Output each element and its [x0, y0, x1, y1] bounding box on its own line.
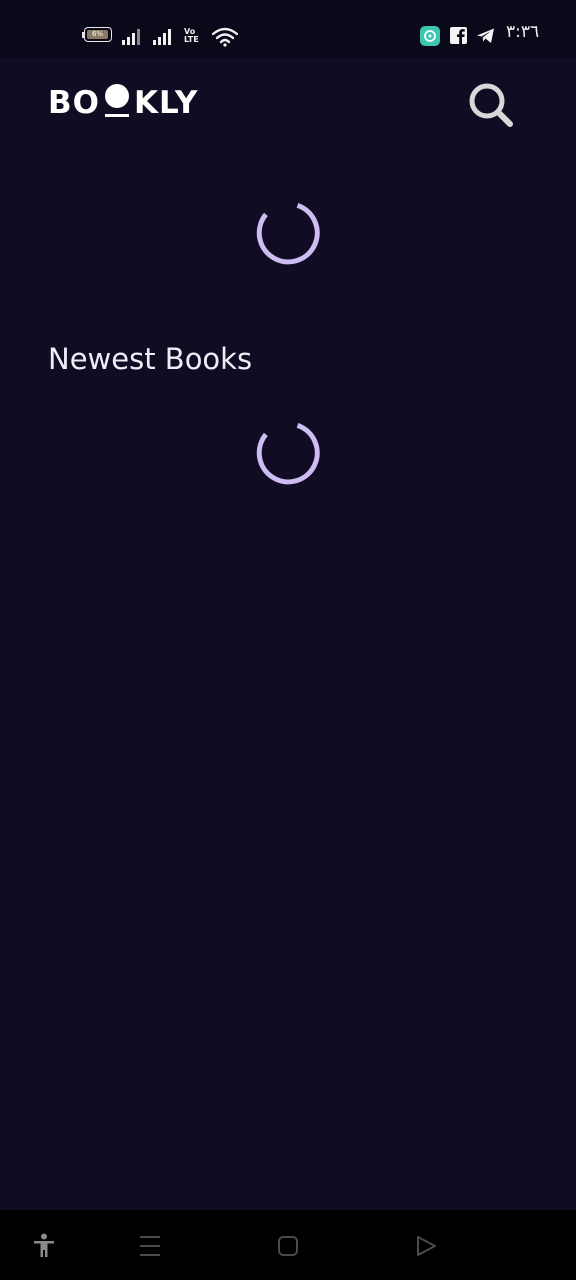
wifi-icon	[212, 27, 238, 47]
home-icon	[278, 1236, 298, 1256]
app-logo: BO KLY	[48, 84, 198, 124]
loading-spinner	[256, 203, 320, 265]
accessibility-icon	[34, 1233, 54, 1257]
logo-text-left: BO	[48, 85, 100, 121]
accessibility-button[interactable]	[30, 1232, 58, 1260]
loading-spinner	[256, 423, 320, 485]
status-time: ٣:٣٦	[506, 22, 540, 42]
signal-icon	[153, 28, 175, 45]
signal-icon	[122, 28, 144, 45]
battery-level: 6%	[91, 30, 104, 38]
facebook-icon	[450, 27, 467, 44]
logo-o-mark	[102, 84, 132, 118]
search-icon	[469, 83, 513, 127]
battery-icon: 6%	[82, 27, 114, 44]
volte-icon: Vo LTE	[184, 28, 206, 46]
back-icon	[417, 1236, 436, 1256]
home-button[interactable]	[274, 1232, 302, 1260]
search-button[interactable]	[462, 78, 518, 134]
back-button[interactable]	[412, 1232, 440, 1260]
status-bar: 6% Vo LTE ٣:٣٦	[0, 0, 576, 58]
logo-text-right: KLY	[133, 85, 199, 121]
app-notification-icon	[420, 26, 440, 46]
menu-button[interactable]	[137, 1232, 165, 1260]
section-title-newest-books: Newest Books	[48, 342, 253, 376]
system-nav-bar	[0, 1210, 576, 1280]
volte-label-bottom: LTE	[184, 35, 199, 44]
menu-icon	[140, 1236, 160, 1256]
telegram-icon	[477, 28, 494, 43]
